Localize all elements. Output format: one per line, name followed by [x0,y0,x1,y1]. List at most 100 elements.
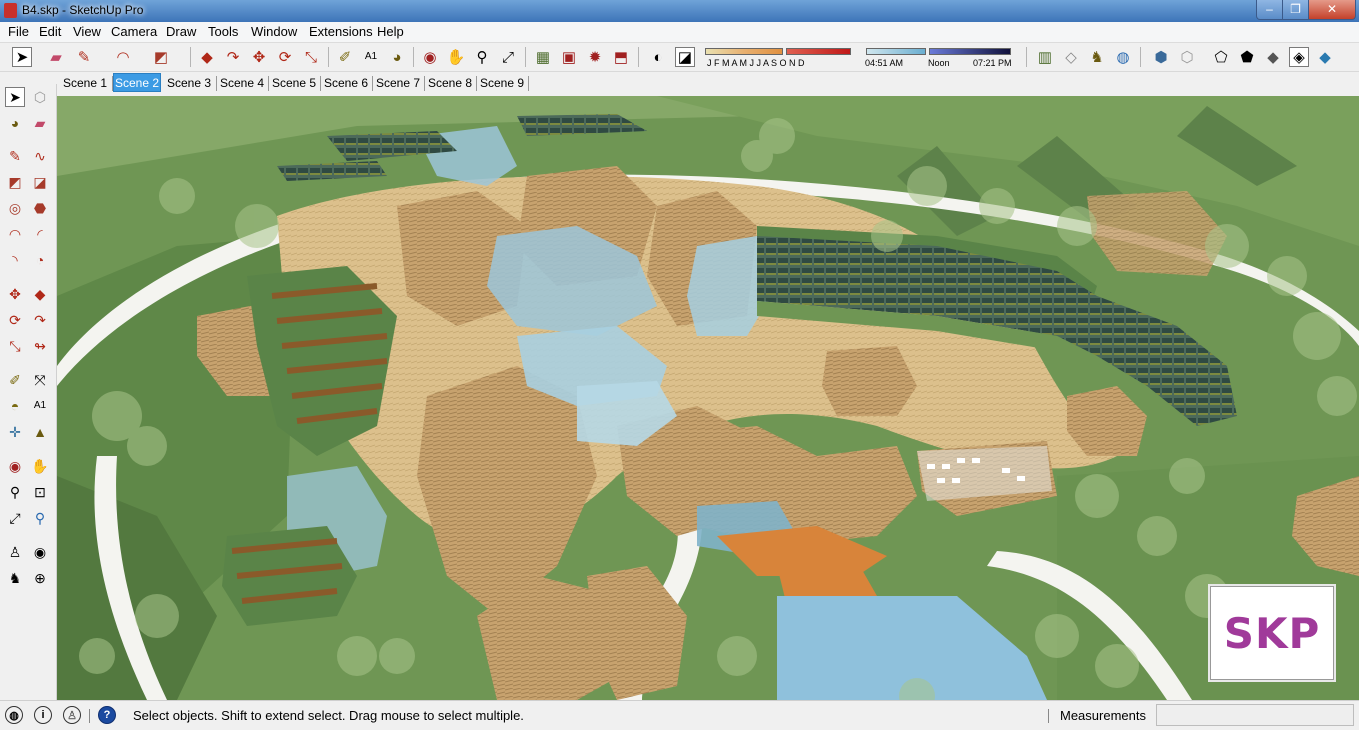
push-pull-icon[interactable]: ◆ [30,284,50,304]
3d-text-icon[interactable]: ▲ [30,422,50,442]
line-tool-icon[interactable]: ✎ [74,47,94,67]
tab-scene-3[interactable]: Scene 3 [164,74,214,93]
pie-icon[interactable]: ◔ [30,250,50,270]
menu-view[interactable]: View [73,24,101,39]
share-model-icon[interactable]: ⬒ [611,47,631,67]
menu-file[interactable]: File [8,24,29,39]
paint-bucket-icon[interactable]: ◕ [5,113,25,133]
orbit-icon[interactable]: ◉ [420,47,440,67]
tab-scene-6[interactable]: Scene 6 [321,74,371,93]
section-plane-icon[interactable]: ⊕ [30,568,50,588]
zoom-extents-icon[interactable]: ⤢ [5,508,25,528]
wireframe-style-icon[interactable]: ⬠ [1211,47,1231,67]
monochrome-style-icon[interactable]: ◆ [1315,47,1335,67]
minimize-button[interactable]: – [1256,0,1283,20]
walk-icon[interactable]: ♞ [1087,47,1107,67]
paint-bucket-icon[interactable]: ◕ [387,47,407,67]
tape-measure-icon[interactable]: ✐ [335,47,355,67]
position-camera-icon[interactable]: ♙ [5,542,25,562]
tape-measure-icon[interactable]: ✐ [5,370,25,390]
zoom-icon[interactable]: ⚲ [472,47,492,67]
offset-icon[interactable]: ↬ [30,336,50,356]
rotated-rectangle-icon[interactable]: ◪ [30,172,50,192]
model-viewport[interactable]: SKP [57,96,1359,700]
two-point-arc-icon[interactable]: ◜ [30,224,50,244]
back-edges-style-icon[interactable]: ⬡ [1177,47,1197,67]
time-slider[interactable] [866,48,926,55]
move-tool-icon[interactable]: ✥ [249,47,269,67]
menu-edit[interactable]: Edit [39,24,61,39]
freehand-icon[interactable]: ∿ [30,146,50,166]
xray-style-icon[interactable]: ⬢ [1151,47,1171,67]
fog-toggle-icon[interactable]: ◪ [675,47,695,67]
three-point-arc-icon[interactable]: ◝ [5,250,25,270]
geo-location-icon[interactable]: ◍ [1113,47,1133,67]
arc-icon[interactable]: ◠ [5,224,25,244]
close-button[interactable]: ✕ [1308,0,1356,20]
tab-scene-4[interactable]: Scene 4 [217,74,267,93]
text-icon[interactable]: A1 [30,396,50,416]
menu-camera[interactable]: Camera [111,24,157,39]
orbit-icon[interactable]: ◉ [5,456,25,476]
scale-tool-icon[interactable]: ⤡ [301,47,321,67]
eraser-icon[interactable]: ▰ [30,113,50,133]
circle-icon[interactable]: ◎ [5,198,25,218]
scale-icon[interactable]: ⤡ [5,336,25,356]
help-icon[interactable]: ? [98,706,116,724]
rectangle-icon[interactable]: ◩ [5,172,25,192]
select-icon[interactable]: ➤ [5,87,25,107]
line-icon[interactable]: ✎ [5,146,25,166]
tab-scene-2[interactable]: Scene 2 [113,73,161,92]
select-tool-icon[interactable]: ➤ [12,47,32,67]
hidden-line-style-icon[interactable]: ⬟ [1237,47,1257,67]
walk-icon[interactable]: ♞ [5,568,25,588]
push-pull-icon[interactable]: ◆ [197,47,217,67]
geo-location-status-icon[interactable]: ◍ [5,706,23,724]
tab-scene-9[interactable]: Scene 9 [477,74,527,93]
pan-icon[interactable]: ✋ [30,456,50,476]
look-around-icon[interactable]: ◉ [30,542,50,562]
shaded-style-icon[interactable]: ◆ [1263,47,1283,67]
pan-hand-icon[interactable]: ✋ [446,47,466,67]
month-slider[interactable] [705,48,783,55]
add-location-icon[interactable]: ◇ [1061,47,1081,67]
user-icon[interactable]: ♙ [63,706,81,724]
zoom-window-icon[interactable]: ⊡ [30,482,50,502]
menu-draw[interactable]: Draw [166,24,196,39]
textured-style-icon[interactable]: ◈ [1289,47,1309,67]
shadow-toggle-icon[interactable]: ◐ [648,47,668,67]
polygon-icon[interactable]: ⬣ [30,198,50,218]
tab-scene-1[interactable]: Scene 1 [60,74,110,93]
menu-help[interactable]: Help [377,24,404,39]
measurements-input[interactable] [1156,704,1354,726]
menu-tools[interactable]: Tools [208,24,238,39]
extension-warehouse-icon[interactable]: ✹ [585,47,605,67]
maximize-button[interactable]: ❐ [1282,0,1309,20]
tab-scene-8[interactable]: Scene 8 [425,74,475,93]
rectangle-tool-icon[interactable]: ◩ [151,47,171,67]
zoom-extents-icon[interactable]: ⤢ [498,47,518,67]
zoom-icon[interactable]: ⚲ [5,482,25,502]
sandbox-icon[interactable]: ▥ [1035,47,1055,67]
text-tool-icon[interactable]: A1 [361,47,381,67]
tab-scene-5[interactable]: Scene 5 [269,74,319,93]
month-slider-end[interactable] [786,48,851,55]
eraser-tool-icon[interactable]: ▰ [46,47,66,67]
components-icon[interactable]: ▣ [559,47,579,67]
dimension-icon[interactable]: ⤧ [30,370,50,390]
follow-me-icon[interactable]: ↷ [30,310,50,330]
previous-view-icon[interactable]: ⚲ [30,508,50,528]
move-icon[interactable]: ✥ [5,284,25,304]
info-icon[interactable]: i [34,706,52,724]
rotate-icon[interactable]: ⟳ [5,310,25,330]
make-component-icon[interactable]: ⬡ [30,87,50,107]
protractor-icon[interactable]: ◓ [5,396,25,416]
tab-scene-7[interactable]: Scene 7 [373,74,423,93]
menu-window[interactable]: Window [251,24,297,39]
time-slider-end[interactable] [929,48,1011,55]
arc-tool-icon[interactable]: ◠ [113,47,133,67]
warehouse-icon[interactable]: ▦ [533,47,553,67]
follow-me-icon[interactable]: ↷ [223,47,243,67]
axes-icon[interactable]: ✛ [5,422,25,442]
menu-extensions[interactable]: Extensions [309,24,373,39]
